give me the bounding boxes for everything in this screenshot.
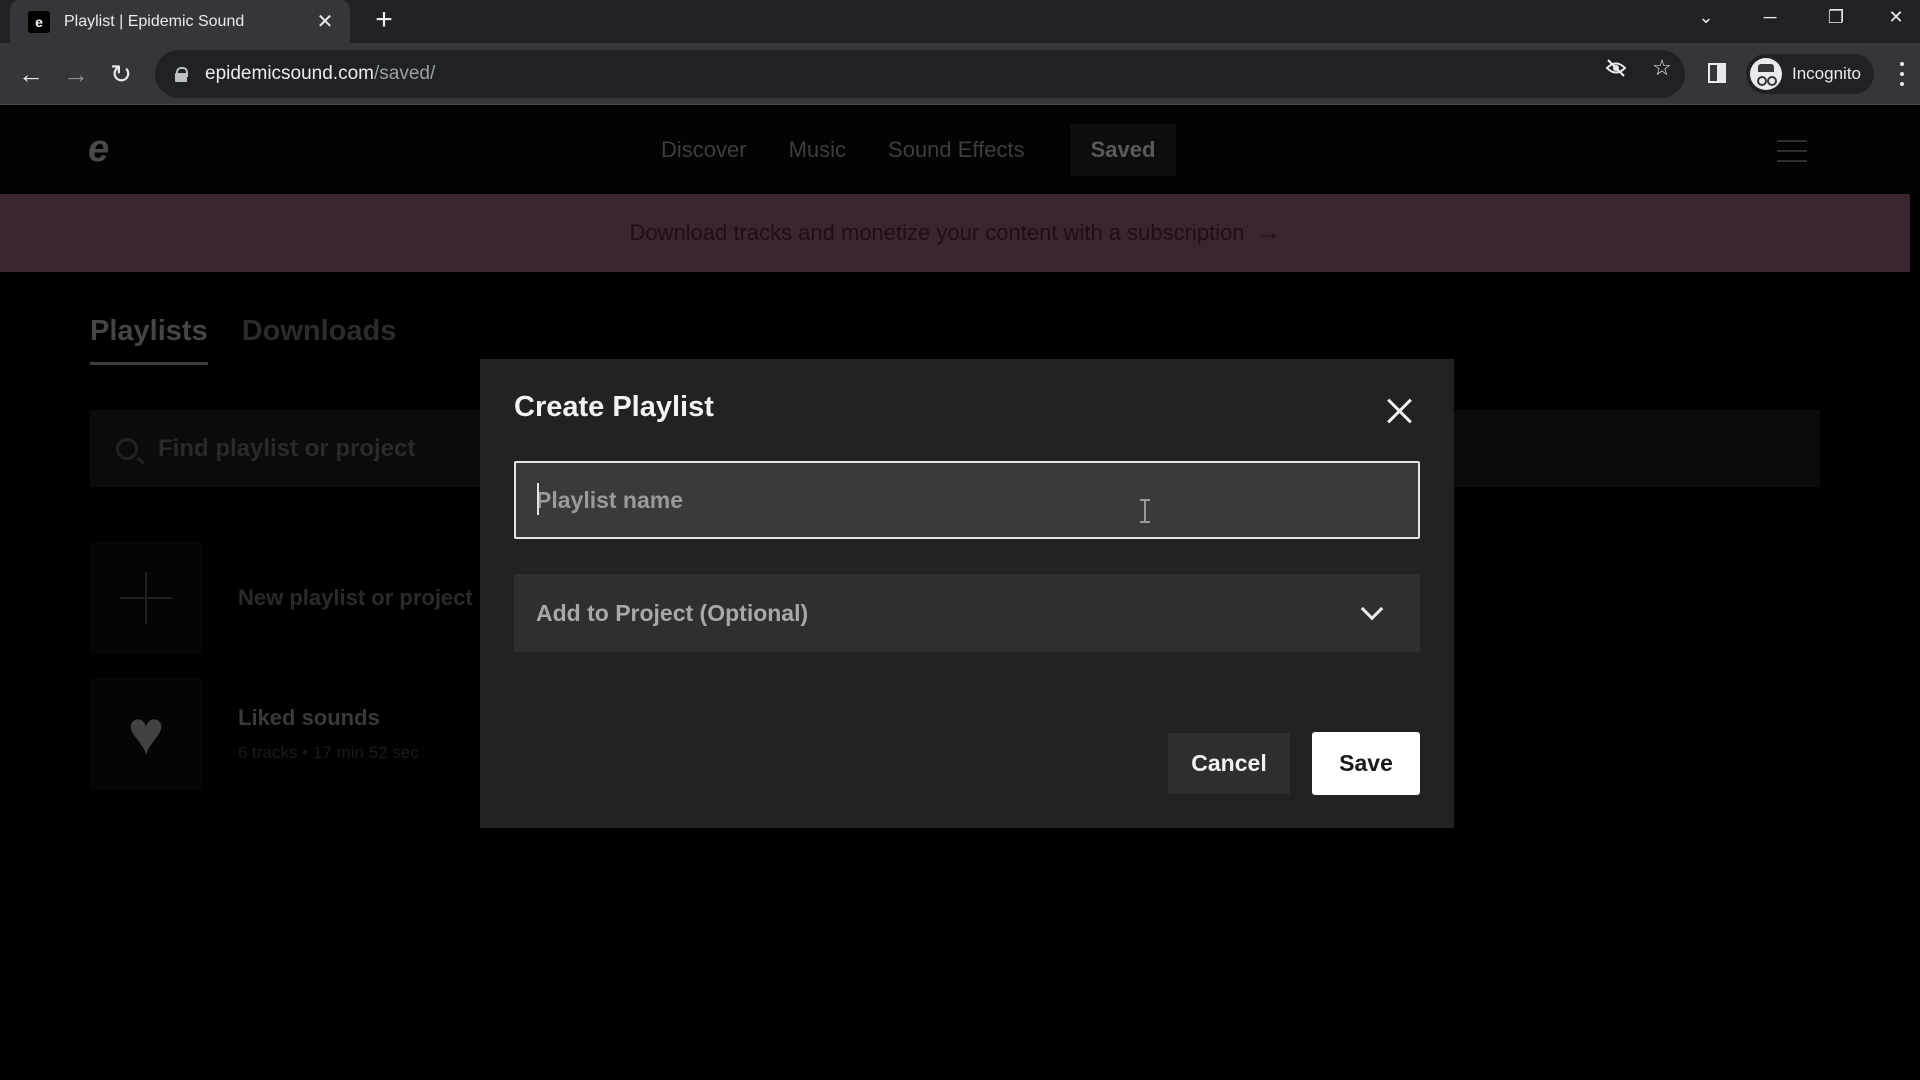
url-host: epidemicsound.com bbox=[205, 63, 374, 84]
back-button[interactable]: ← bbox=[11, 54, 51, 94]
plus-icon bbox=[120, 572, 172, 624]
text-caret bbox=[537, 483, 539, 515]
incognito-profile-button[interactable]: Incognito bbox=[1746, 54, 1874, 94]
project-select-label: Add to Project (Optional) bbox=[536, 599, 809, 626]
nav-sound-effects[interactable]: Sound Effects bbox=[867, 124, 1046, 176]
list-item-title: New playlist or project bbox=[238, 585, 473, 610]
banner-text: Download tracks and monetize your conten… bbox=[629, 220, 1245, 245]
tab-close-icon[interactable]: ✕ bbox=[314, 9, 336, 34]
cancel-button[interactable]: Cancel bbox=[1168, 733, 1290, 794]
url-path: /saved/ bbox=[373, 63, 436, 84]
nav-music[interactable]: Music bbox=[768, 124, 867, 176]
liked-sounds-thumb: ♥ bbox=[90, 678, 202, 790]
browser-toolbar: ← → ↻ epidemicsound.com/saved/ ☆ Incogni… bbox=[0, 43, 1920, 105]
minimize-button[interactable]: ─ bbox=[1740, 0, 1800, 34]
address-bar[interactable]: epidemicsound.com/saved/ bbox=[155, 50, 1685, 98]
subscription-banner[interactable]: Download tracks and monetize your conten… bbox=[0, 194, 1910, 272]
playlist-name-input[interactable] bbox=[514, 461, 1420, 539]
create-playlist-dialog: Create Playlist Add to Project (Optional… bbox=[480, 359, 1454, 828]
close-icon[interactable] bbox=[1383, 395, 1415, 427]
bookmark-star-icon[interactable]: ☆ bbox=[1649, 55, 1675, 81]
list-item-title: Liked sounds bbox=[238, 705, 380, 730]
save-button[interactable]: Save bbox=[1312, 732, 1420, 795]
hamburger-menu-icon[interactable] bbox=[1777, 140, 1807, 162]
list-item-subtitle: 6 tracks • 17 min 52 sec bbox=[238, 743, 419, 762]
epidemic-logo-icon[interactable]: e bbox=[88, 129, 120, 169]
tab-search-icon[interactable]: ⌄ bbox=[1676, 0, 1736, 34]
incognito-icon bbox=[1750, 58, 1782, 90]
side-panel-icon[interactable] bbox=[1708, 63, 1726, 83]
tab-title: Playlist | Epidemic Sound bbox=[64, 12, 245, 30]
tab-playlists[interactable]: Playlists bbox=[90, 315, 208, 365]
main-nav: Discover Music Sound Effects Saved bbox=[640, 124, 1177, 176]
reload-button[interactable]: ↻ bbox=[101, 54, 141, 94]
incognito-label: Incognito bbox=[1792, 64, 1861, 83]
chevron-down-icon bbox=[1360, 597, 1384, 621]
ibeam-cursor-icon bbox=[1140, 499, 1150, 523]
search-icon bbox=[116, 437, 138, 460]
heart-icon: ♥ bbox=[127, 699, 165, 768]
nav-discover[interactable]: Discover bbox=[640, 124, 768, 176]
forward-button[interactable]: → bbox=[56, 54, 96, 94]
restore-button[interactable]: ❐ bbox=[1806, 0, 1866, 34]
lock-icon[interactable] bbox=[175, 67, 188, 82]
browser-tabstrip: e Playlist | Epidemic Sound ✕ + ⌄ ─ ❐ ✕ bbox=[0, 0, 1920, 43]
dialog-title: Create Playlist bbox=[514, 391, 714, 423]
new-tab-button[interactable]: + bbox=[368, 3, 400, 36]
nav-saved[interactable]: Saved bbox=[1069, 124, 1177, 176]
browser-tab[interactable]: e Playlist | Epidemic Sound ✕ bbox=[10, 0, 350, 43]
tab-downloads[interactable]: Downloads bbox=[242, 315, 397, 365]
new-playlist-thumb bbox=[90, 542, 202, 654]
browser-menu-icon[interactable] bbox=[1892, 59, 1912, 89]
arrow-right-icon: → bbox=[1256, 219, 1281, 246]
epidemic-sound-favicon-icon: e bbox=[28, 10, 50, 33]
site-header: e Discover Music Sound Effects Saved bbox=[0, 105, 1920, 194]
add-to-project-select[interactable]: Add to Project (Optional) bbox=[514, 574, 1420, 652]
eye-slash-icon[interactable] bbox=[1603, 55, 1629, 81]
saved-tabs: Playlists Downloads bbox=[90, 315, 430, 365]
close-window-button[interactable]: ✕ bbox=[1872, 0, 1920, 34]
